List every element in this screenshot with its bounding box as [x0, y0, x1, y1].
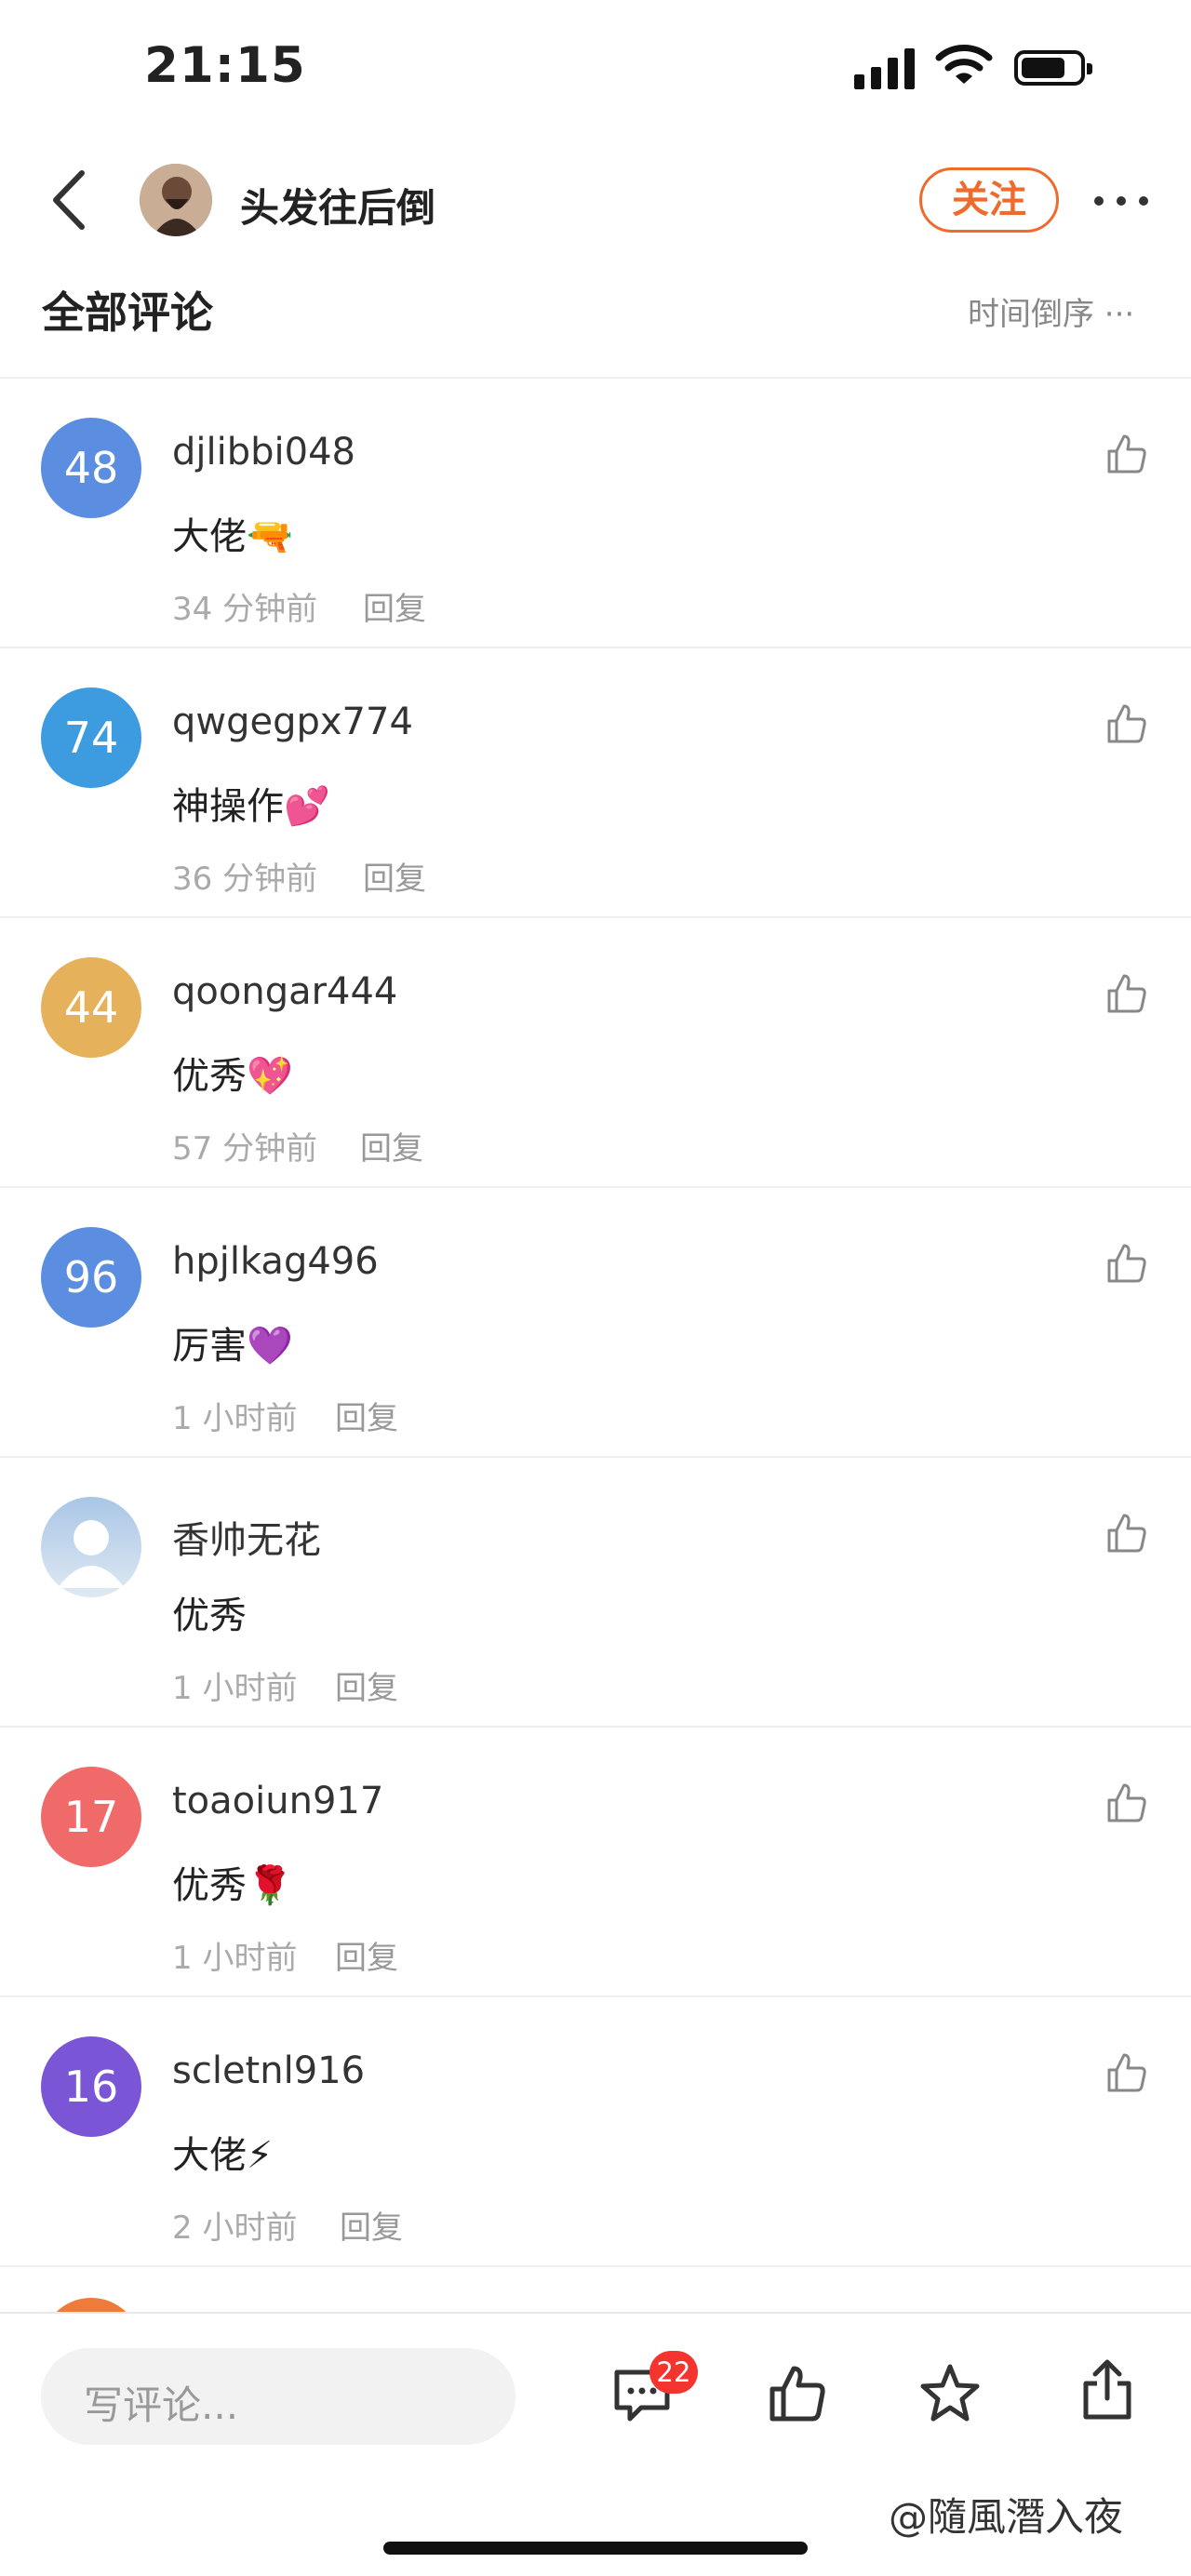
user-avatar[interactable]: 48	[41, 418, 141, 518]
comment-text: 大佬🔫	[172, 515, 293, 558]
author-name[interactable]: 头发往后倒	[240, 177, 435, 234]
home-indicator[interactable]	[383, 2542, 808, 2555]
like-icon[interactable]	[1104, 431, 1150, 477]
comment-count-badge: 22	[649, 2351, 698, 2394]
divider	[0, 2265, 1191, 2267]
status-time: 21:15	[144, 37, 306, 94]
like-icon[interactable]	[1104, 2049, 1150, 2096]
comment-input-placeholder: 写评论...	[84, 2382, 239, 2428]
back-icon[interactable]	[47, 167, 93, 233]
sort-order-button[interactable]: 时间倒序 ···	[968, 288, 1134, 334]
comment-time: 2 小时前	[172, 2209, 298, 2247]
comment-username[interactable]: djlibbi048	[172, 431, 355, 474]
author-avatar[interactable]	[140, 164, 212, 236]
emoji: 🔫	[247, 515, 293, 558]
comment-time: 1 小时前	[172, 1400, 298, 1437]
reply-button[interactable]: 回复	[360, 1123, 423, 1168]
like-icon[interactable]	[1104, 1780, 1150, 1826]
follow-button[interactable]: 关注	[919, 167, 1059, 233]
battery-icon	[1014, 50, 1092, 86]
like-icon[interactable]	[1104, 1240, 1150, 1287]
user-avatar[interactable]: 96	[41, 1227, 141, 1328]
reply-button[interactable]: 回复	[335, 1393, 398, 1438]
comment-item: 16 scletnl916 大佬⚡ 2 小时前 回复	[0, 1997, 1191, 2267]
comment-input[interactable]: 写评论...	[41, 2348, 515, 2445]
comment-text: 厉害💜	[172, 1325, 293, 1368]
emoji: 🌹	[247, 1864, 293, 1907]
comment-text: 优秀🌹	[172, 1864, 293, 1907]
like-icon[interactable]	[1104, 970, 1150, 1017]
avatar-portrait-icon	[140, 164, 212, 236]
comment-item: 香帅无花 优秀 1 小时前 回复	[0, 1458, 1191, 1728]
reply-button[interactable]: 回复	[340, 2202, 403, 2248]
comment-username[interactable]: hpjlkag496	[172, 1240, 379, 1283]
comment-text: 优秀💖	[172, 1055, 293, 1098]
comment-time: 57 分钟前	[172, 1130, 318, 1168]
divider	[0, 2312, 1191, 2314]
more-icon[interactable]	[1089, 177, 1154, 223]
like-icon[interactable]	[1104, 1510, 1150, 1556]
emoji: 💕	[284, 785, 330, 828]
reply-button[interactable]: 回复	[335, 1662, 398, 1708]
user-avatar[interactable]: 16	[41, 2036, 141, 2137]
comment-item: 96 hpjlkag496 厉害💜 1 小时前 回复	[0, 1188, 1191, 1458]
comment-time: 1 小时前	[172, 1670, 298, 1707]
emoji: 💜	[247, 1325, 293, 1368]
comment-item: 74 qwgegpx774 神操作💕 36 分钟前 回复	[0, 648, 1191, 918]
reply-button[interactable]: 回复	[363, 583, 426, 629]
star-icon[interactable]	[917, 2361, 983, 2426]
comment-time: 34 分钟前	[172, 591, 318, 628]
reply-button[interactable]: 回复	[335, 1932, 398, 1978]
like-icon[interactable]	[765, 2361, 830, 2426]
user-avatar[interactable]: 74	[41, 687, 141, 788]
comment-time: 1 小时前	[172, 1940, 298, 1977]
comments-section-title: 全部评论	[42, 287, 213, 338]
comment-text: 大佬⚡	[172, 2134, 274, 2177]
comment-item: 48 djlibbi048 大佬🔫 34 分钟前 回复	[0, 379, 1191, 648]
user-avatar[interactable]: 44	[41, 957, 141, 1058]
like-icon[interactable]	[1104, 701, 1150, 747]
watermark: @隨風潛入夜	[889, 2494, 1124, 2540]
comment-username[interactable]: qoongar444	[172, 970, 397, 1013]
emoji: ⚡	[247, 2134, 274, 2177]
comment-text: 神操作💕	[172, 785, 330, 828]
comment-time: 36 分钟前	[172, 861, 318, 898]
user-avatar[interactable]	[41, 1497, 141, 1597]
comment-username[interactable]: scletnl916	[172, 2049, 365, 2092]
comment-username[interactable]: qwgegpx774	[172, 701, 413, 743]
comment-item: 44 qoongar444 优秀💖 57 分钟前 回复	[0, 918, 1191, 1188]
comment-text: 优秀	[172, 1595, 247, 1637]
user-avatar[interactable]: 17	[41, 1767, 141, 1867]
comment-username[interactable]: toaoiun917	[172, 1780, 383, 1822]
wifi-icon	[935, 45, 993, 84]
comment-username[interactable]: 香帅无花	[172, 1510, 321, 1564]
reply-button[interactable]: 回复	[363, 853, 426, 899]
default-avatar-icon	[41, 1497, 141, 1597]
share-icon[interactable]	[1075, 2357, 1140, 2423]
signal-icon	[854, 48, 916, 89]
comment-item: 17 toaoiun917 优秀🌹 1 小时前 回复	[0, 1728, 1191, 1997]
emoji: 💖	[247, 1055, 293, 1098]
